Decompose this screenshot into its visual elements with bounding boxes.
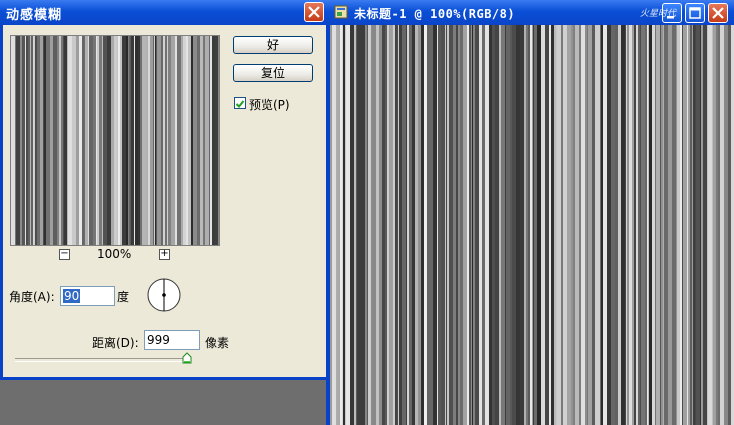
motion-blur-dialog: 动感模糊 − 100% + 好 复位 预览(P) 角度(A): 90 度 距离(… [0, 0, 329, 380]
document-title: 未标题-1 @ 100%(RGB/8) [354, 7, 516, 21]
motion-blur-image [330, 25, 734, 425]
document-icon [334, 5, 348, 19]
reset-button[interactable]: 复位 [233, 64, 313, 82]
distance-unit: 像素 [205, 336, 230, 350]
ok-button[interactable]: 好 [233, 36, 313, 54]
angle-unit: 度 [117, 290, 130, 304]
dialog-body: − 100% + 好 复位 预览(P) 角度(A): 90 度 距离(D): 9… [3, 25, 326, 377]
preview-image [11, 36, 219, 245]
zoom-level: 100% [97, 247, 132, 261]
document-window: 未标题-1 @ 100%(RGB/8) [326, 0, 734, 425]
filter-preview[interactable] [10, 35, 220, 246]
dialog-titlebar[interactable]: 动感模糊 [0, 0, 329, 25]
dialog-title: 动感模糊 [6, 8, 63, 23]
preview-label[interactable]: 预览(P) [249, 96, 290, 113]
close-icon[interactable] [304, 2, 324, 22]
watermark: 火星时代 [640, 9, 677, 19]
preview-checkbox[interactable] [234, 97, 246, 109]
angle-label: 角度(A): [9, 290, 55, 304]
angle-dial-icon[interactable] [146, 277, 182, 316]
checkmark-icon [235, 100, 245, 108]
zoom-in-button[interactable]: + [159, 249, 170, 260]
distance-input[interactable]: 999 [144, 330, 200, 350]
zoom-out-button[interactable]: − [59, 249, 70, 260]
document-canvas[interactable] [330, 25, 734, 425]
maximize-icon[interactable] [685, 3, 705, 23]
slider-thumb-icon[interactable] [182, 352, 192, 367]
window-close-icon[interactable] [708, 3, 728, 23]
angle-input[interactable]: 90 [60, 286, 115, 306]
distance-slider[interactable] [15, 358, 187, 362]
distance-label: 距离(D): [92, 336, 139, 350]
